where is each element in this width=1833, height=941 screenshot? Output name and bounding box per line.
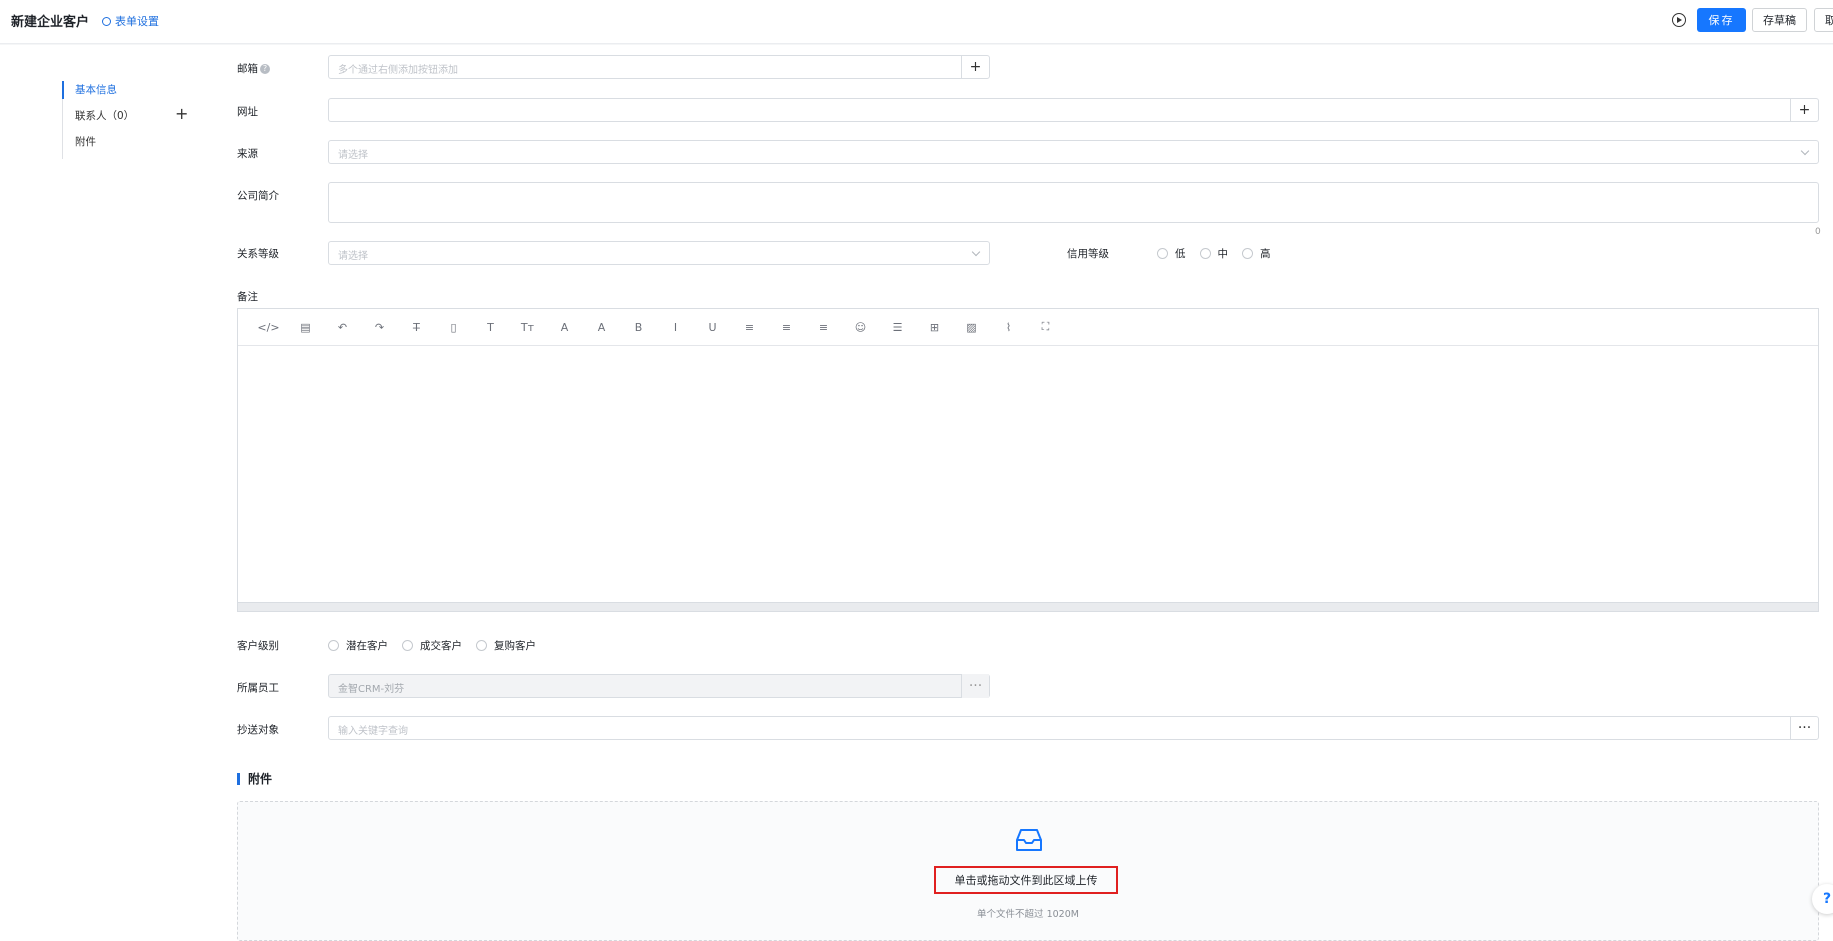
help-icon[interactable]: ?	[260, 64, 270, 74]
credit-radio-group: 低 中 高	[1157, 246, 1285, 261]
gear-icon	[102, 16, 111, 26]
font-color-icon[interactable]: A	[546, 321, 583, 334]
divider-icon[interactable]: ☰	[879, 321, 916, 334]
align-right-icon[interactable]: ≡	[805, 321, 842, 334]
intro-label: 公司简介	[237, 190, 279, 202]
upload-instruction[interactable]: 单击或拖动文件到此区域上传	[934, 866, 1118, 894]
more-icon[interactable]: ···	[961, 674, 989, 698]
form-settings-link[interactable]: 表单设置	[102, 13, 159, 29]
email-input[interactable]: 多个通过右侧添加按钮添加 +	[328, 55, 990, 79]
text-size-icon[interactable]: Tт	[509, 321, 546, 334]
cc-label: 抄送对象	[237, 724, 279, 736]
editor-resize-bar[interactable]	[238, 602, 1818, 611]
remark-label: 备注	[237, 291, 258, 303]
credit-radio-mid[interactable]	[1199, 248, 1211, 259]
level-radio-deal[interactable]	[402, 640, 413, 651]
editor-toolbar: </> ▤ ↶ ↷ T̶ ▯ T Tт A A B I U ≡ ≡ ≡ ☺ ☰ ⊞ ▨ ⌇ ⛶	[238, 309, 1818, 346]
add-email-button[interactable]: +	[961, 55, 989, 79]
nav-item-contacts[interactable]: 联系人（0） +	[63, 105, 188, 133]
rich-text-editor[interactable]: </> ▤ ↶ ↷ T̶ ▯ T Tт A A B I U ≡ ≡ ≡ ☺ ☰ ⊞ ▨ ⌇ ⛶	[237, 308, 1819, 612]
website-input[interactable]: +	[328, 98, 1819, 122]
upload-size-hint: 单个文件不超过 1020M	[977, 909, 1079, 920]
page-title: 新建企业客户	[11, 15, 90, 30]
inbox-icon	[1016, 829, 1042, 851]
italic-icon[interactable]: I	[657, 321, 694, 334]
source-select[interactable]: 请选择	[328, 140, 1819, 164]
source-label: 来源	[237, 148, 258, 160]
form-area: 邮箱? 多个通过右侧添加按钮添加 + 网址 + 来源 请选择 公司简介 0 关系…	[212, 45, 1833, 941]
intro-textarea[interactable]	[328, 182, 1819, 223]
section-nav: 基本信息 联系人（0） + 附件	[61, 81, 188, 159]
relation-select[interactable]: 请选择	[328, 241, 990, 265]
code-icon[interactable]: </>	[250, 321, 287, 334]
align-left-icon[interactable]: ≡	[731, 321, 768, 334]
nav-item-attachments[interactable]: 附件	[63, 133, 134, 159]
website-label: 网址	[237, 106, 258, 118]
intro-char-count: 0	[1815, 227, 1821, 237]
level-radio-potential[interactable]	[328, 640, 339, 651]
upload-dropzone[interactable]: 单击或拖动文件到此区域上传 单个文件不超过 1020M	[237, 801, 1819, 941]
cc-input[interactable]: 输入关键字查询 ···	[328, 716, 1819, 740]
align-center-icon[interactable]: ≡	[768, 321, 805, 334]
save-draft-button[interactable]: 存草稿	[1752, 8, 1807, 32]
emoji-icon[interactable]: ☺	[842, 321, 879, 334]
top-bar: 新建企业客户 表单设置 保存 存草稿 取	[0, 0, 1833, 44]
employee-label: 所属员工	[237, 682, 279, 694]
nav-item-basic-info[interactable]: 基本信息	[61, 81, 134, 107]
undo-icon[interactable]: ↶	[324, 321, 361, 334]
strikethrough-icon[interactable]: T̶	[398, 321, 435, 334]
form-settings-label: 表单设置	[115, 15, 159, 28]
chevron-down-icon	[1800, 146, 1810, 156]
text-icon[interactable]: T	[472, 321, 509, 334]
save-button[interactable]: 保存	[1697, 8, 1746, 32]
image-icon[interactable]: ▨	[953, 321, 990, 334]
customer-level-label: 客户级别	[237, 640, 279, 652]
underline-icon[interactable]: U	[694, 321, 731, 334]
sidebar: 基本信息 联系人（0） + 附件	[0, 45, 212, 941]
background-color-icon[interactable]: A	[583, 321, 620, 334]
add-contact-icon[interactable]: +	[175, 105, 188, 123]
fullscreen-icon[interactable]: ⛶	[1027, 320, 1064, 334]
customer-level-radio-group: 潜在客户 成交客户 复购客户	[328, 638, 550, 653]
attachments-section-title: 附件	[237, 773, 272, 785]
level-radio-repurchase[interactable]	[476, 640, 487, 651]
credit-radio-high[interactable]	[1242, 248, 1253, 259]
email-label: 邮箱?	[237, 61, 270, 76]
add-website-button[interactable]: +	[1790, 98, 1818, 122]
relation-label: 关系等级	[237, 248, 279, 260]
cancel-button[interactable]: 取	[1814, 8, 1833, 32]
attachment-icon[interactable]: ⌇	[990, 321, 1027, 334]
more-icon[interactable]: ···	[1790, 716, 1818, 740]
redo-icon[interactable]: ↷	[361, 321, 398, 334]
table-icon[interactable]: ⊞	[916, 321, 953, 334]
credit-label: 信用等级	[1067, 248, 1109, 260]
format-icon[interactable]: ▯	[435, 321, 472, 334]
bold-icon[interactable]: B	[620, 321, 657, 334]
chevron-down-icon	[971, 247, 981, 257]
employee-input[interactable]: 金智CRM-刘芬 ···	[328, 674, 990, 698]
layout-icon[interactable]: ▤	[287, 321, 324, 334]
credit-radio-low[interactable]	[1157, 248, 1168, 259]
play-icon[interactable]	[1672, 13, 1686, 27]
nav-item-contacts-label: 联系人（0）	[75, 110, 135, 122]
